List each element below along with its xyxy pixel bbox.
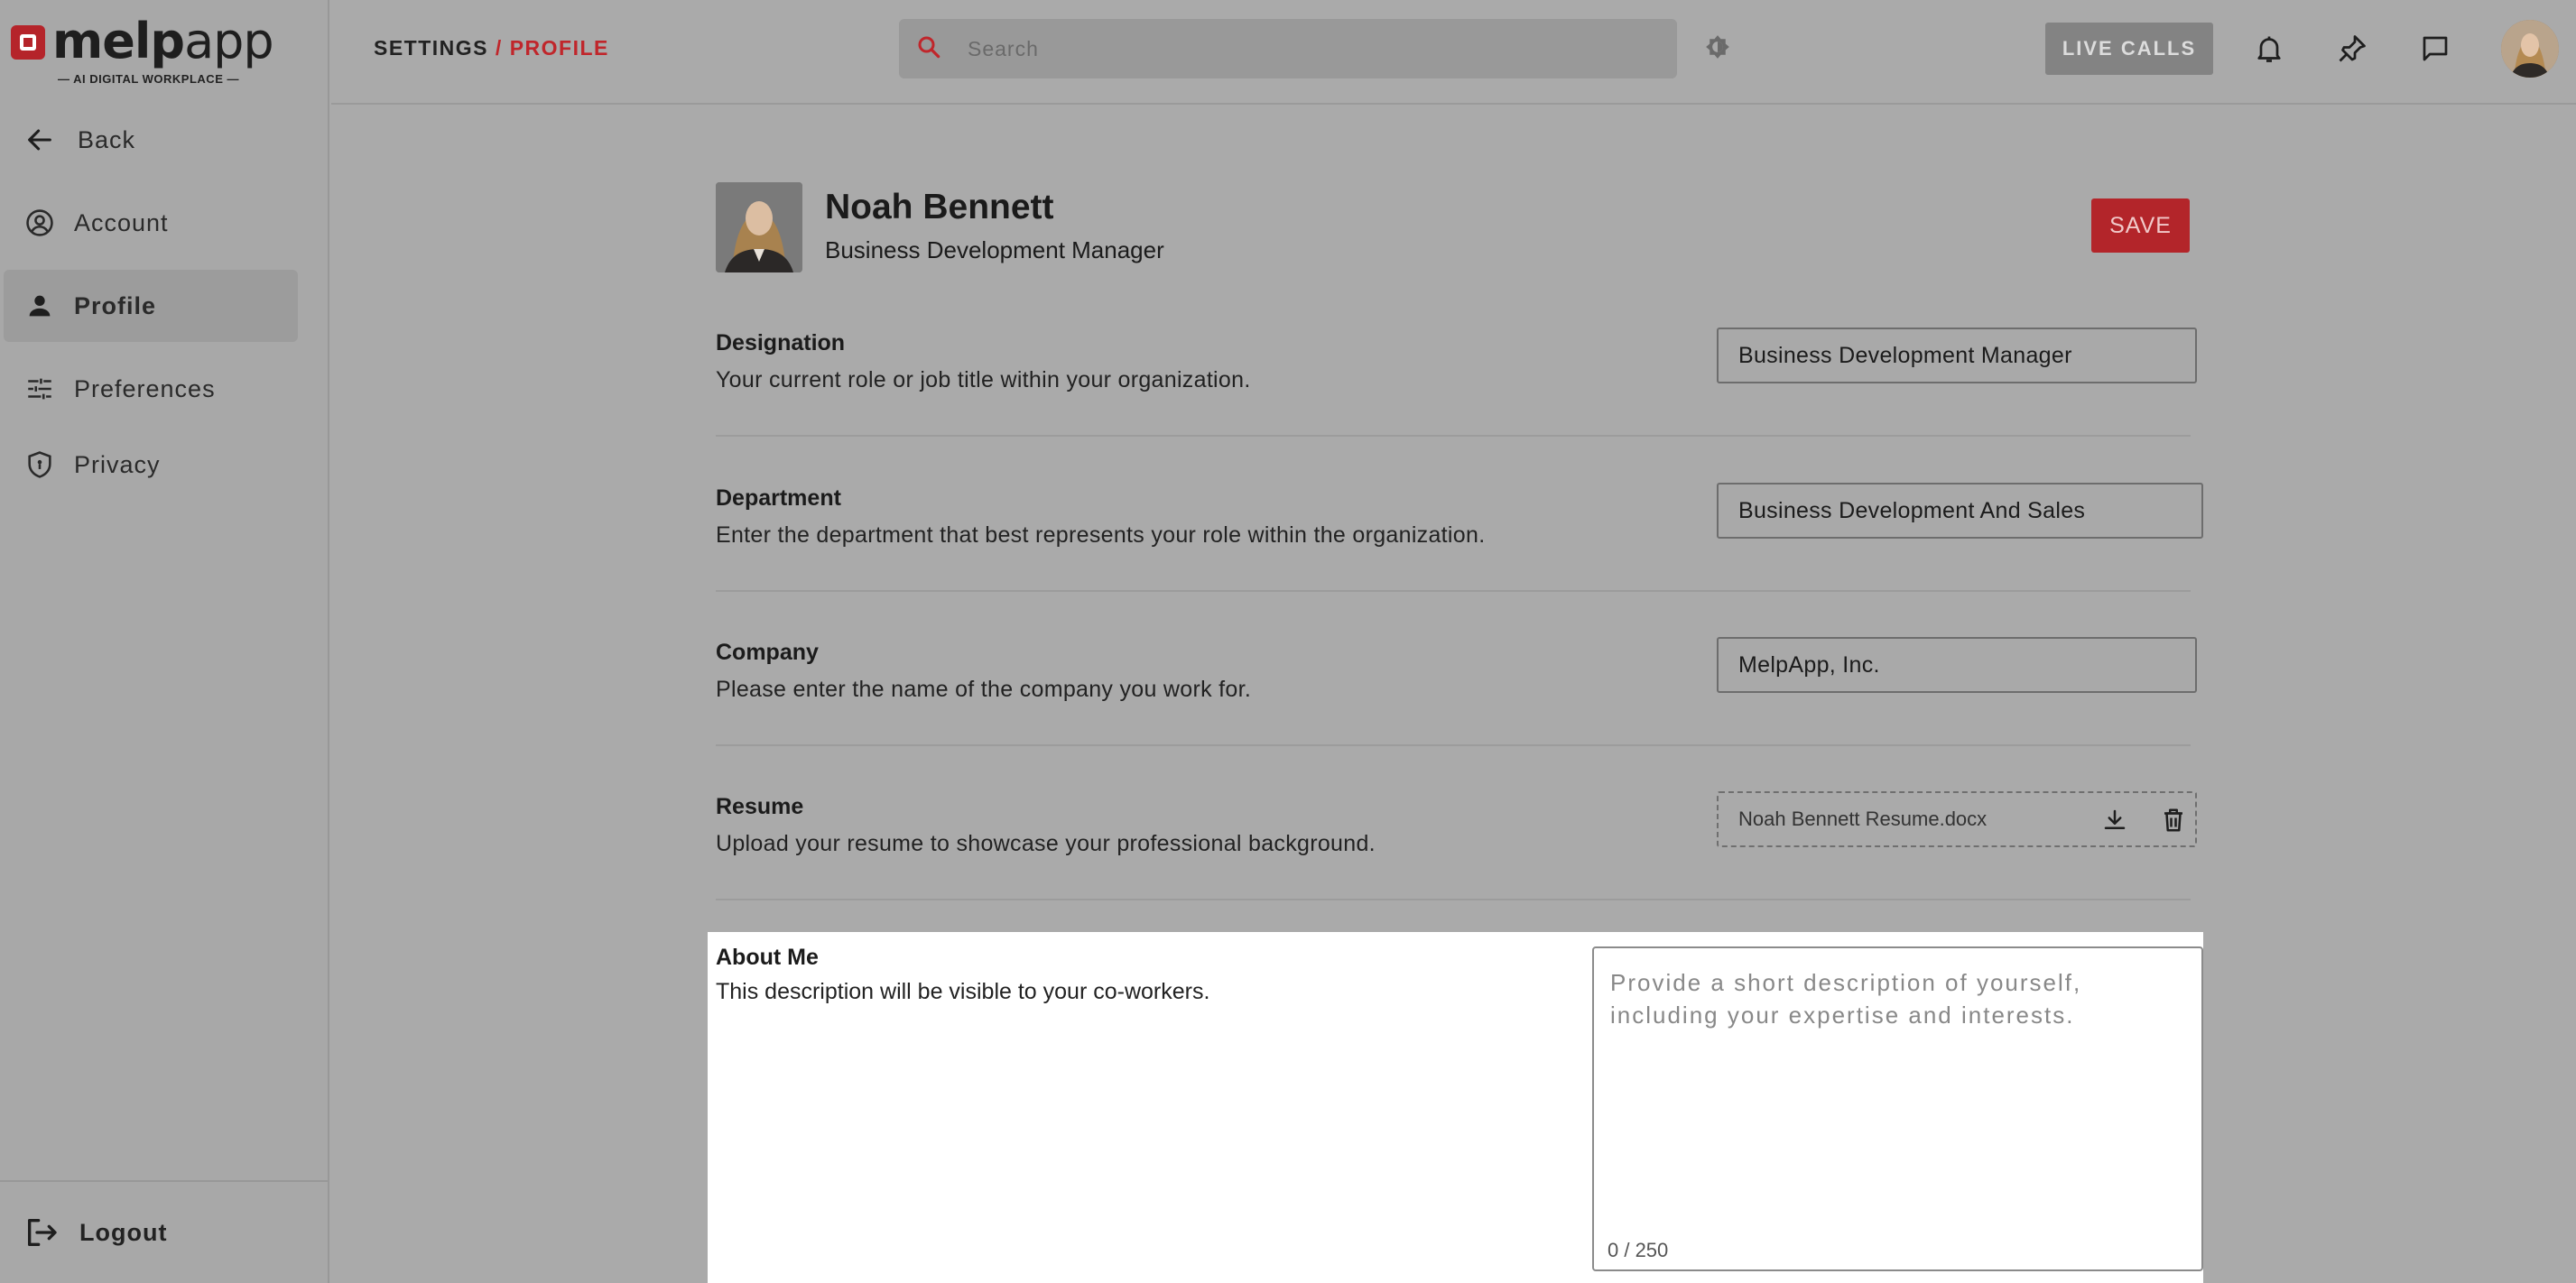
sidebar: melpapp — AI DIGITAL WORKPLACE — Back Ac… xyxy=(0,0,329,1283)
sidebar-item-label: Privacy xyxy=(74,450,161,478)
profile-name: Noah Bennett xyxy=(825,188,1054,226)
designation-row: Designation Your current role or job tit… xyxy=(716,328,2197,437)
resume-file-box: Noah Bennett Resume.docx xyxy=(1717,791,2197,847)
character-counter: 0 / 250 xyxy=(1608,1239,1669,1261)
search-bar[interactable] xyxy=(899,19,1677,78)
logout-icon xyxy=(23,1214,60,1251)
sidebar-item-account[interactable]: Account xyxy=(4,187,298,259)
melpapp-logo[interactable]: melpapp — AI DIGITAL WORKPLACE — xyxy=(11,13,274,90)
resume-file-name[interactable]: Noah Bennett Resume.docx xyxy=(1738,808,1987,831)
about-me-section: About Me This description will be visibl… xyxy=(708,932,2203,1283)
user-avatar[interactable] xyxy=(2501,20,2559,78)
arrow-left-icon xyxy=(23,124,56,156)
company-row: Company Please enter the name of the com… xyxy=(716,637,2197,746)
person-icon xyxy=(23,290,56,322)
department-input[interactable]: Business Development And Sales xyxy=(1717,483,2203,539)
chat-icon[interactable] xyxy=(2417,31,2453,67)
profile-role: Business Development Manager xyxy=(825,236,1164,263)
live-calls-button[interactable]: LIVE CALLS xyxy=(2045,23,2213,75)
logout-label: Logout xyxy=(79,1218,168,1246)
sidebar-item-label: Account xyxy=(74,208,169,236)
profile-photo[interactable] xyxy=(716,182,802,272)
sidebar-item-label: Preferences xyxy=(74,374,216,402)
pin-icon[interactable] xyxy=(2334,31,2370,67)
divider xyxy=(716,899,2191,900)
save-button[interactable]: SAVE xyxy=(2091,198,2190,253)
company-input[interactable]: MelpApp, Inc. xyxy=(1717,637,2197,693)
sidebar-item-privacy[interactable]: Privacy xyxy=(4,429,298,501)
search-icon xyxy=(915,33,942,65)
logo-wordmark: melpapp xyxy=(52,13,274,69)
sidebar-item-profile[interactable]: Profile xyxy=(4,270,298,342)
shield-icon xyxy=(23,448,56,481)
back-label: Back xyxy=(78,125,136,153)
about-label: About Me xyxy=(716,945,819,970)
divider xyxy=(716,435,2191,437)
top-header: SETTINGS / PROFILE LIVE CALLS xyxy=(331,0,2576,105)
sliders-icon xyxy=(23,373,56,405)
divider xyxy=(716,590,2191,592)
sidebar-item-label: Profile xyxy=(74,291,157,319)
theme-toggle-icon[interactable] xyxy=(1705,34,1730,60)
logo-mark-icon xyxy=(11,25,45,60)
designation-input[interactable]: Business Development Manager xyxy=(1717,328,2197,383)
profile-settings-panel: Noah Bennett Business Development Manage… xyxy=(331,106,2576,1283)
logout-button[interactable]: Logout xyxy=(0,1180,328,1283)
breadcrumb-separator: / xyxy=(495,36,503,60)
back-button[interactable]: Back xyxy=(4,104,298,176)
download-icon[interactable] xyxy=(2101,807,2128,834)
divider xyxy=(716,744,2191,746)
account-circle-icon xyxy=(23,207,56,239)
about-desc: This description will be visible to your… xyxy=(716,979,1210,1004)
about-textarea[interactable] xyxy=(1592,946,2203,1271)
bell-icon[interactable] xyxy=(2251,31,2287,67)
trash-icon[interactable] xyxy=(2160,807,2187,834)
sidebar-item-preferences[interactable]: Preferences xyxy=(4,353,298,425)
breadcrumb: SETTINGS / PROFILE xyxy=(374,36,609,60)
search-input[interactable] xyxy=(968,36,1599,61)
department-row: Department Enter the department that bes… xyxy=(716,483,2203,592)
breadcrumb-settings[interactable]: SETTINGS xyxy=(374,36,488,60)
logo-tagline: — AI DIGITAL WORKPLACE — xyxy=(58,72,239,86)
resume-row: Resume Upload your resume to showcase yo… xyxy=(716,791,2197,900)
breadcrumb-profile: PROFILE xyxy=(509,36,609,60)
